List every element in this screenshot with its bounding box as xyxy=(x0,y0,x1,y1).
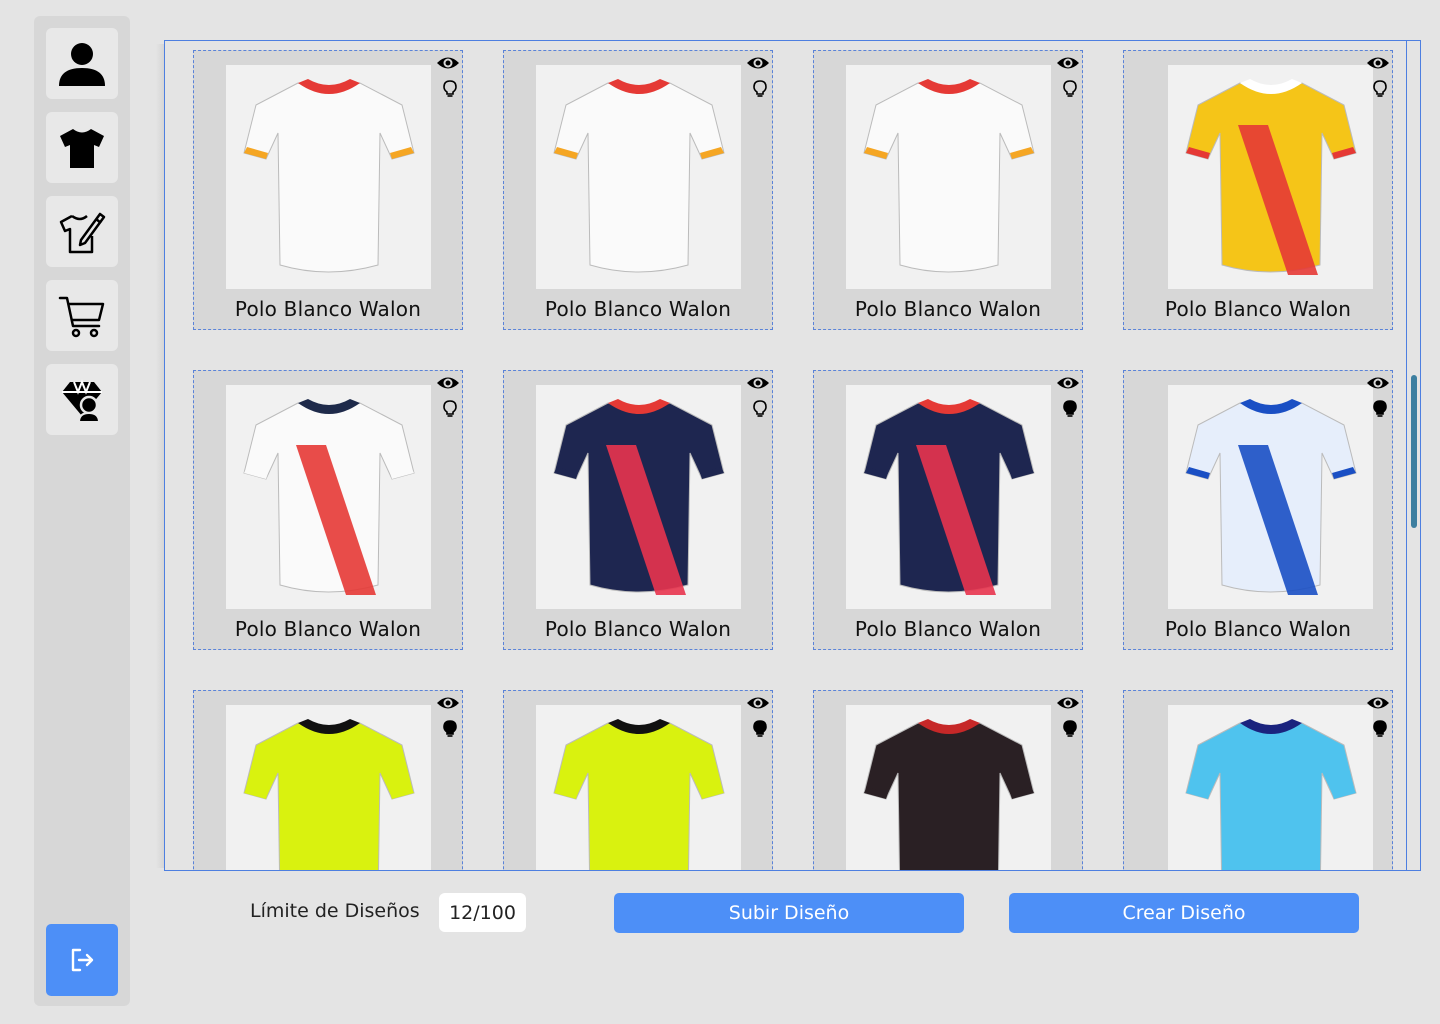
scrollbar-thumb[interactable] xyxy=(1411,375,1417,528)
design-title: Polo Blanco Walon xyxy=(544,297,732,321)
design-title: Polo Blanco Walon xyxy=(1164,617,1352,641)
jersey-image xyxy=(863,399,1035,595)
scrollbar[interactable] xyxy=(1406,41,1420,870)
lightbulb-icon[interactable] xyxy=(1061,399,1079,419)
lightbulb-icon[interactable] xyxy=(1371,79,1389,99)
cart-icon xyxy=(58,296,105,337)
logout-button[interactable] xyxy=(46,924,118,996)
create-design-button[interactable]: Crear Diseño xyxy=(1009,893,1359,933)
sidebar-item-store[interactable] xyxy=(46,364,118,435)
design-title: Polo Blanco Walon xyxy=(234,297,422,321)
jersey-image xyxy=(1185,79,1357,275)
design-title: Polo Blanco Walon xyxy=(854,297,1042,321)
lightbulb-icon[interactable] xyxy=(441,399,459,419)
design-card[interactable] xyxy=(1123,690,1393,870)
lightbulb-icon[interactable] xyxy=(441,719,459,739)
design-title: Polo Blanco Walon xyxy=(234,617,422,641)
design-thumbnail xyxy=(1168,385,1373,609)
eye-icon[interactable] xyxy=(436,373,460,393)
design-title: Polo Blanco Walon xyxy=(854,617,1042,641)
design-limit-label: Límite de Diseños xyxy=(250,900,420,922)
design-thumbnail xyxy=(226,65,431,289)
eye-icon[interactable] xyxy=(436,53,460,73)
lightbulb-icon[interactable] xyxy=(441,79,459,99)
jersey-image xyxy=(863,719,1035,870)
sidebar-item-cart[interactable] xyxy=(46,280,118,351)
eye-icon[interactable] xyxy=(1366,53,1390,73)
design-thumbnail xyxy=(846,385,1051,609)
tshirt-icon xyxy=(60,128,104,168)
lightbulb-icon[interactable] xyxy=(1061,719,1079,739)
eye-icon[interactable] xyxy=(1056,53,1080,73)
lightbulb-icon[interactable] xyxy=(751,79,769,99)
design-card[interactable] xyxy=(193,690,463,870)
logout-icon xyxy=(71,948,94,972)
design-thumbnail xyxy=(1168,65,1373,289)
jersey-image xyxy=(243,399,415,595)
design-card[interactable]: Polo Blanco Walon xyxy=(193,50,463,330)
eye-icon[interactable] xyxy=(1056,693,1080,713)
eye-icon[interactable] xyxy=(1366,693,1390,713)
design-thumbnail xyxy=(226,705,431,870)
jersey-image xyxy=(553,399,725,595)
design-thumbnail xyxy=(846,705,1051,870)
sidebar-item-profile[interactable] xyxy=(46,28,118,99)
design-gallery: Polo Blanco Walon Polo Blanco Walon Polo B… xyxy=(164,40,1421,871)
jersey-image xyxy=(1185,399,1357,595)
eye-icon[interactable] xyxy=(746,373,770,393)
design-limit-value: 12/100 xyxy=(439,893,526,932)
eye-icon[interactable] xyxy=(436,693,460,713)
shop-user-icon xyxy=(62,378,102,423)
gallery-shadow xyxy=(156,44,164,868)
eye-icon[interactable] xyxy=(746,693,770,713)
lightbulb-icon[interactable] xyxy=(1371,719,1389,739)
design-card[interactable]: Polo Blanco Walon xyxy=(813,370,1083,650)
design-thumbnail xyxy=(226,385,431,609)
jersey-image xyxy=(863,79,1035,273)
design-card[interactable] xyxy=(813,690,1083,870)
design-card[interactable]: Polo Blanco Walon xyxy=(193,370,463,650)
design-card[interactable]: Polo Blanco Walon xyxy=(503,370,773,650)
design-thumbnail xyxy=(1168,705,1373,870)
eye-icon[interactable] xyxy=(1366,373,1390,393)
upload-design-button[interactable]: Subir Diseño xyxy=(614,893,964,933)
tshirt-design-icon xyxy=(59,212,106,253)
lightbulb-icon[interactable] xyxy=(1371,399,1389,419)
design-thumbnail xyxy=(536,385,741,609)
design-card[interactable]: Polo Blanco Walon xyxy=(813,50,1083,330)
sidebar-item-shirts[interactable] xyxy=(46,112,118,183)
jersey-image xyxy=(553,79,725,273)
design-card[interactable]: Polo Blanco Walon xyxy=(1123,50,1393,330)
lightbulb-icon[interactable] xyxy=(1061,79,1079,99)
design-card[interactable] xyxy=(503,690,773,870)
lightbulb-icon[interactable] xyxy=(751,719,769,739)
design-card[interactable]: Polo Blanco Walon xyxy=(1123,370,1393,650)
eye-icon[interactable] xyxy=(746,53,770,73)
design-thumbnail xyxy=(536,65,741,289)
jersey-image xyxy=(243,719,415,870)
design-thumbnail xyxy=(846,65,1051,289)
jersey-image xyxy=(553,719,725,870)
user-icon xyxy=(59,42,105,86)
jersey-image xyxy=(243,79,415,273)
lightbulb-icon[interactable] xyxy=(751,399,769,419)
design-title: Polo Blanco Walon xyxy=(1164,297,1352,321)
sidebar-item-design[interactable] xyxy=(46,196,118,267)
sidebar xyxy=(34,16,130,1006)
jersey-image xyxy=(1185,719,1357,870)
design-thumbnail xyxy=(536,705,741,870)
eye-icon[interactable] xyxy=(1056,373,1080,393)
design-title: Polo Blanco Walon xyxy=(544,617,732,641)
design-card[interactable]: Polo Blanco Walon xyxy=(503,50,773,330)
